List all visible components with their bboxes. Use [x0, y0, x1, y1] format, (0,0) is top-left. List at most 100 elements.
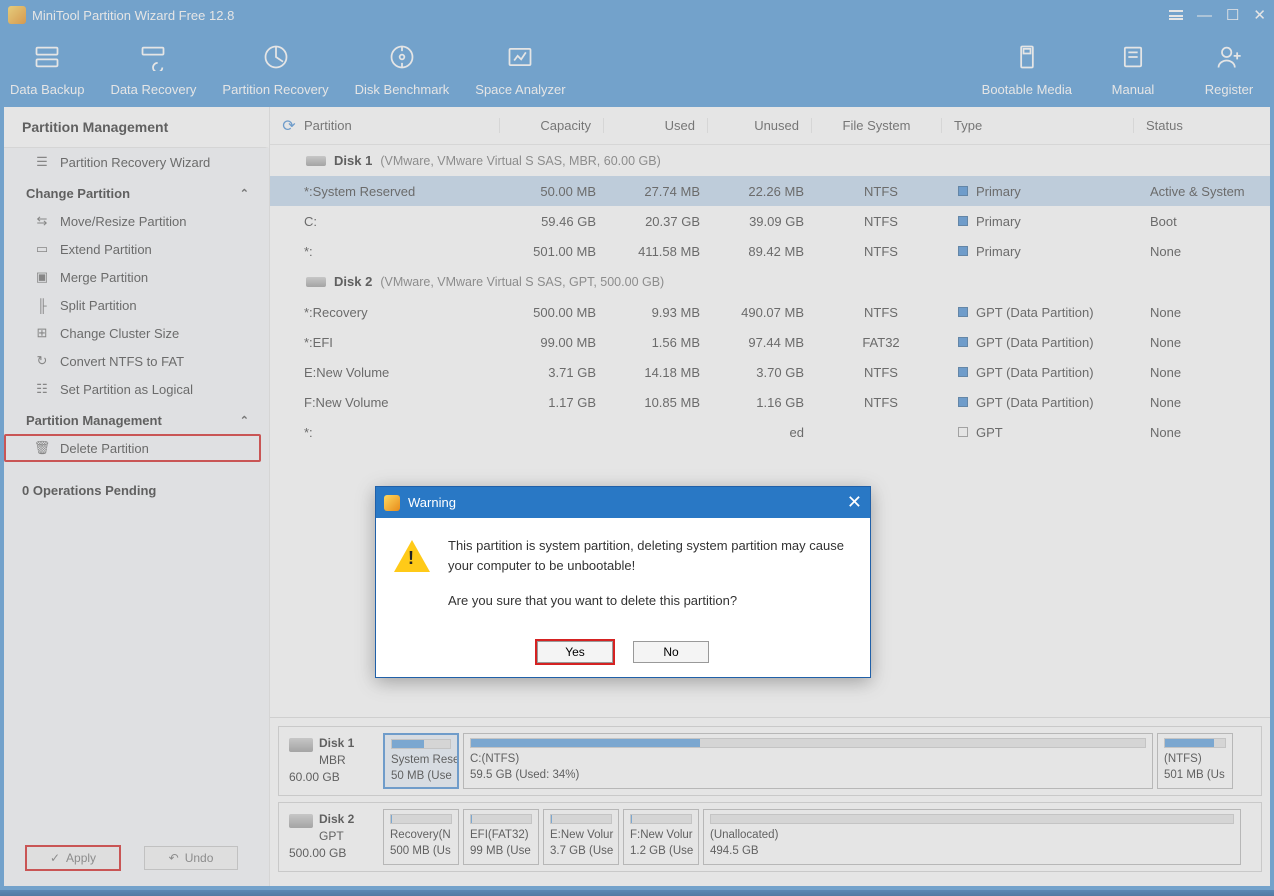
- type-indicator-icon: [958, 397, 968, 407]
- sidebar-item-cluster-size[interactable]: ⊞Change Cluster Size: [4, 319, 261, 347]
- col-capacity[interactable]: Capacity: [500, 118, 604, 133]
- titlebar: MiniTool Partition Wizard Free 12.8 — ☐ …: [0, 0, 1274, 30]
- close-button[interactable]: ✕: [1253, 6, 1266, 24]
- sidebar-item-set-logical[interactable]: ☷Set Partition as Logical: [4, 375, 261, 403]
- col-used[interactable]: Used: [604, 118, 708, 133]
- partition-row[interactable]: F:New Volume1.17 GB10.85 MB1.16 GBNTFSGP…: [270, 387, 1270, 417]
- disk-map-segment[interactable]: (Unallocated)494.5 GB: [703, 809, 1241, 865]
- dialog-titlebar: Warning ✕: [376, 487, 870, 518]
- type-indicator-icon: [958, 186, 968, 196]
- convert-icon: ↻: [34, 353, 50, 369]
- disk-map-area: Disk 1MBR60.00 GBSystem Rese50 MB (UseC:…: [270, 717, 1270, 886]
- disk-benchmark-icon: [387, 42, 417, 72]
- hdd-icon: [289, 738, 313, 752]
- taskbar: [0, 890, 1274, 896]
- split-icon: ╟: [34, 297, 50, 313]
- refresh-button[interactable]: ⟳: [270, 116, 300, 136]
- toolbar-register[interactable]: Register: [1194, 42, 1264, 97]
- partition-row[interactable]: *:501.00 MB411.58 MB89.42 MBNTFSPrimaryN…: [270, 236, 1270, 266]
- col-status[interactable]: Status: [1134, 118, 1270, 133]
- disk-icon: [306, 156, 326, 166]
- sidebar: Partition Management ☰ Partition Recover…: [4, 107, 270, 886]
- toolbar-space-analyzer[interactable]: Space Analyzer: [475, 42, 565, 97]
- disk-map-info: Disk 2GPT500.00 GB: [285, 809, 379, 865]
- space-analyzer-icon: [505, 42, 535, 72]
- merge-icon: ▣: [34, 269, 50, 285]
- chevron-up-icon: ⌃: [240, 187, 249, 200]
- partition-row[interactable]: *:edGPTNone: [270, 417, 1270, 447]
- disk-map-segment[interactable]: C:(NTFS)59.5 GB (Used: 34%): [463, 733, 1153, 789]
- register-icon: [1214, 42, 1244, 72]
- manual-icon: [1118, 42, 1148, 72]
- partition-row[interactable]: E:New Volume3.71 GB14.18 MB3.70 GBNTFSGP…: [270, 357, 1270, 387]
- toolbar-data-recovery[interactable]: Data Recovery: [110, 42, 196, 97]
- disk-map-segment[interactable]: Recovery(N500 MB (Us: [383, 809, 459, 865]
- bootable-media-icon: [1012, 42, 1042, 72]
- type-indicator-icon: [958, 307, 968, 317]
- sidebar-section-partition-management[interactable]: Partition Management⌃: [4, 403, 261, 434]
- menu-icon[interactable]: [1169, 10, 1183, 20]
- sidebar-item-move-resize[interactable]: ⇆Move/Resize Partition: [4, 207, 261, 235]
- partition-table-body: Disk 1 (VMware, VMware Virtual S SAS, MB…: [270, 145, 1270, 447]
- sidebar-item-extend[interactable]: ▭Extend Partition: [4, 235, 261, 263]
- toolbar-manual[interactable]: Manual: [1098, 42, 1168, 97]
- partition-recovery-icon: [261, 42, 291, 72]
- dialog-title: Warning: [408, 495, 456, 510]
- partition-row[interactable]: C:59.46 GB20.37 GB39.09 GBNTFSPrimaryBoo…: [270, 206, 1270, 236]
- dialog-close-button[interactable]: ✕: [847, 492, 862, 513]
- disk-row[interactable]: Disk 2 (VMware, VMware Virtual S SAS, GP…: [270, 266, 1270, 297]
- disk-map-segment[interactable]: E:New Volur3.7 GB (Use: [543, 809, 619, 865]
- extend-icon: ▭: [34, 241, 50, 257]
- logical-icon: ☷: [34, 381, 50, 397]
- type-indicator-icon: [958, 216, 968, 226]
- dialog-yes-button[interactable]: Yes: [537, 641, 613, 663]
- toolbar-disk-benchmark[interactable]: Disk Benchmark: [355, 42, 450, 97]
- partition-row[interactable]: *:EFI99.00 MB1.56 MB97.44 MBFAT32GPT (Da…: [270, 327, 1270, 357]
- data-backup-icon: [32, 42, 62, 72]
- sidebar-item-split[interactable]: ╟Split Partition: [4, 291, 261, 319]
- type-indicator-icon: [958, 427, 968, 437]
- format-icon: ◎: [34, 468, 50, 471]
- col-partition[interactable]: Partition: [300, 118, 500, 133]
- disk-map-segment[interactable]: F:New Volur1.2 GB (Use: [623, 809, 699, 865]
- sidebar-item-convert-ntfs[interactable]: ↻Convert NTFS to FAT: [4, 347, 261, 375]
- partition-row[interactable]: *:System Reserved50.00 MB27.74 MB22.26 M…: [270, 176, 1270, 206]
- type-indicator-icon: [958, 337, 968, 347]
- sidebar-item-merge[interactable]: ▣Merge Partition: [4, 263, 261, 291]
- sidebar-tab-partition-management[interactable]: Partition Management: [4, 107, 269, 148]
- dialog-no-button[interactable]: No: [633, 641, 709, 663]
- apply-button[interactable]: ✓Apply: [26, 846, 120, 870]
- sidebar-item-delete-partition[interactable]: 🗑Delete Partition: [4, 434, 261, 462]
- minimize-button[interactable]: —: [1197, 7, 1212, 24]
- app-logo-icon: [8, 6, 26, 24]
- resize-icon: ⇆: [34, 213, 50, 229]
- col-filesystem[interactable]: File System: [812, 118, 942, 133]
- app-title: MiniTool Partition Wizard Free 12.8: [32, 8, 234, 23]
- sidebar-item-partition-recovery-wizard[interactable]: ☰ Partition Recovery Wizard: [4, 148, 261, 176]
- cluster-icon: ⊞: [34, 325, 50, 341]
- hdd-icon: [289, 814, 313, 828]
- sidebar-item-format-partition[interactable]: ◎Format Partition: [4, 462, 261, 471]
- disk-icon: [306, 277, 326, 287]
- sidebar-section-change-partition[interactable]: Change Partition⌃: [4, 176, 261, 207]
- partition-row[interactable]: *:Recovery500.00 MB9.93 MB490.07 MBNTFSG…: [270, 297, 1270, 327]
- disk-map-info: Disk 1MBR60.00 GB: [285, 733, 379, 789]
- disk-map-segment[interactable]: EFI(FAT32)99 MB (Use: [463, 809, 539, 865]
- type-indicator-icon: [958, 367, 968, 377]
- maximize-button[interactable]: ☐: [1226, 6, 1239, 24]
- toolbar-partition-recovery[interactable]: Partition Recovery: [222, 42, 328, 97]
- toolbar-data-backup[interactable]: Data Backup: [10, 42, 84, 97]
- dialog-logo-icon: [384, 495, 400, 511]
- undo-button[interactable]: ↶Undo: [144, 846, 238, 870]
- disk-row[interactable]: Disk 1 (VMware, VMware Virtual S SAS, MB…: [270, 145, 1270, 176]
- check-icon: ✓: [50, 851, 60, 865]
- col-unused[interactable]: Unused: [708, 118, 812, 133]
- undo-icon: ↶: [169, 851, 179, 865]
- toolbar-bootable-media[interactable]: Bootable Media: [982, 42, 1072, 97]
- disk-map-segment[interactable]: System Rese50 MB (Use: [383, 733, 459, 789]
- disk-map-row: Disk 1MBR60.00 GBSystem Rese50 MB (UseC:…: [278, 726, 1262, 796]
- warning-dialog: Warning ✕ This partition is system parti…: [375, 486, 871, 678]
- col-type[interactable]: Type: [942, 118, 1134, 133]
- disk-map-segment[interactable]: (NTFS)501 MB (Us: [1157, 733, 1233, 789]
- disk-map-row: Disk 2GPT500.00 GBRecovery(N500 MB (UsEF…: [278, 802, 1262, 872]
